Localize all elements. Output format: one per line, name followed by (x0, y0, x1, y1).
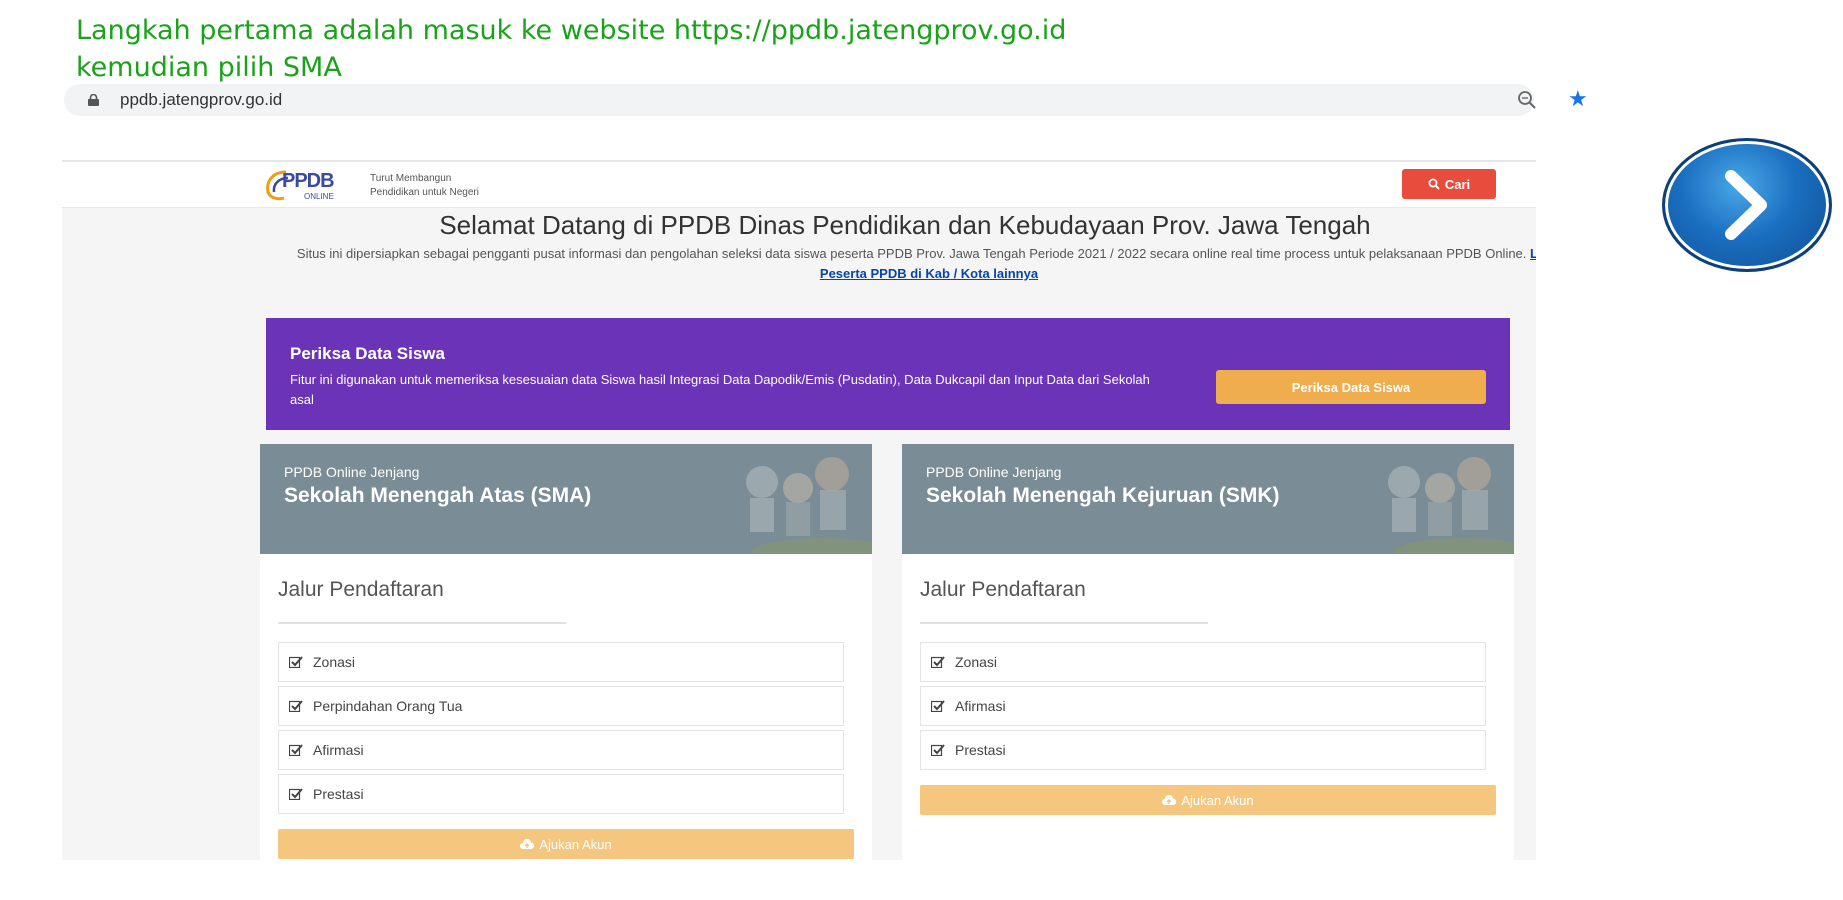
path-label: Zonasi (313, 654, 356, 670)
intro-text: Situs ini dipersiapkan sebagai pengganti… (296, 246, 1527, 261)
sma-card[interactable]: PPDB Online Jenjang Sekolah Menengah Ata… (260, 444, 872, 860)
smk-apply-account-button[interactable]: Ajukan Akun (920, 785, 1496, 815)
smk-path-list: Zonasi Afirmasi Prestasi (920, 642, 1486, 774)
check-panel-description: Fitur ini digunakan untuk memeriksa kese… (290, 372, 1150, 407)
star-icon[interactable]: ★ (1568, 86, 1588, 112)
path-label: Afirmasi (955, 698, 1006, 714)
smk-path-prestasi[interactable]: Prestasi (920, 730, 1486, 770)
path-label: Zonasi (955, 654, 998, 670)
students-illustration (746, 457, 872, 554)
cloud-upload-icon (520, 838, 535, 849)
checkbox-checked-icon (289, 700, 303, 712)
path-label: Afirmasi (313, 742, 364, 758)
path-label: Prestasi (955, 742, 1006, 758)
smk-path-zonasi[interactable]: Zonasi (920, 642, 1486, 682)
next-slide-button[interactable] (1662, 138, 1832, 272)
address-bar[interactable]: ppdb.jatengprov.go.id ★ (64, 84, 1588, 116)
check-student-data-panel: Periksa Data Siswa Fitur ini digunakan u… (266, 318, 1510, 430)
sma-path-list: Zonasi Perpindahan Orang Tua Afirmasi Pr… (278, 642, 844, 818)
cloud-upload-icon (1162, 794, 1177, 805)
sma-path-zonasi[interactable]: Zonasi (278, 642, 844, 682)
smk-card[interactable]: PPDB Online Jenjang Sekolah Menengah Kej… (902, 444, 1514, 860)
tagline-line-1: Turut Membangun (370, 173, 452, 184)
checkbox-checked-icon (289, 656, 303, 668)
lock-icon (88, 94, 99, 106)
sma-path-afirmasi[interactable]: Afirmasi (278, 730, 844, 770)
checkbox-checked-icon (931, 744, 945, 756)
sma-heading-underline (278, 622, 566, 624)
intro-paragraph: Situs ini dipersiapkan sebagai pengganti… (284, 244, 1536, 284)
sma-apply-account-button[interactable]: Ajukan Akun (278, 829, 854, 859)
smk-card-subtitle: PPDB Online Jenjang (926, 464, 1062, 480)
chevron-right-icon (1725, 170, 1767, 240)
logo-text: PPDB (282, 170, 335, 192)
check-panel-title: Periksa Data Siswa (290, 344, 445, 363)
students-illustration (1388, 457, 1514, 554)
caption-line-2: kemudian pilih SMA (76, 52, 342, 83)
checkbox-checked-icon (931, 700, 945, 712)
welcome-title: Selamat Datang di PPDB Dinas Pendidikan … (439, 210, 1371, 240)
smk-path-afirmasi[interactable]: Afirmasi (920, 686, 1486, 726)
search-icon (1428, 178, 1440, 190)
path-label: Prestasi (313, 786, 364, 802)
ppdb-logo[interactable]: PPDB ONLINE (264, 166, 360, 206)
search-button-label: Cari (1444, 176, 1471, 192)
site-header: PPDB ONLINE Turut Membangun Pendidikan u… (62, 162, 1536, 208)
check-student-data-button[interactable]: Periksa Data Siswa (1216, 370, 1486, 404)
sma-path-prestasi[interactable]: Prestasi (278, 774, 844, 814)
smk-card-title[interactable]: Sekolah Menengah Kejuruan (SMK) (926, 484, 1280, 508)
url-text[interactable]: ppdb.jatengprov.go.id (120, 90, 282, 110)
logo-subtext: ONLINE (304, 192, 334, 201)
instruction-caption: Langkah pertama adalah masuk ke website … (76, 12, 1066, 86)
caption-line-1: Langkah pertama adalah masuk ke website … (76, 15, 1067, 46)
website-viewport: PPDB ONLINE Turut Membangun Pendidikan u… (62, 162, 1536, 860)
checkbox-checked-icon (289, 744, 303, 756)
sma-card-banner[interactable]: PPDB Online Jenjang Sekolah Menengah Ata… (260, 444, 872, 554)
checkbox-checked-icon (931, 656, 945, 668)
checkbox-checked-icon (289, 788, 303, 800)
smk-heading-underline (920, 622, 1208, 624)
sma-card-title[interactable]: Sekolah Menengah Atas (SMA) (284, 484, 591, 508)
sma-registration-paths-heading: Jalur Pendaftaran (278, 578, 444, 601)
sma-path-perpindahan[interactable]: Perpindahan Orang Tua (278, 686, 844, 726)
smk-card-banner[interactable]: PPDB Online Jenjang Sekolah Menengah Kej… (902, 444, 1514, 554)
sma-card-subtitle: PPDB Online Jenjang (284, 464, 420, 480)
site-tagline: Turut Membangun Pendidikan untuk Negeri (370, 172, 479, 200)
apply-button-label: Ajukan Akun (1181, 792, 1254, 808)
apply-button-label: Ajukan Akun (539, 836, 612, 852)
tagline-line-2: Pendidikan untuk Negeri (370, 187, 479, 198)
path-label: Perpindahan Orang Tua (313, 698, 463, 714)
zoom-icon[interactable] (1517, 90, 1537, 110)
search-button[interactable]: Cari (1402, 169, 1496, 199)
smk-registration-paths-heading: Jalur Pendaftaran (920, 578, 1086, 601)
